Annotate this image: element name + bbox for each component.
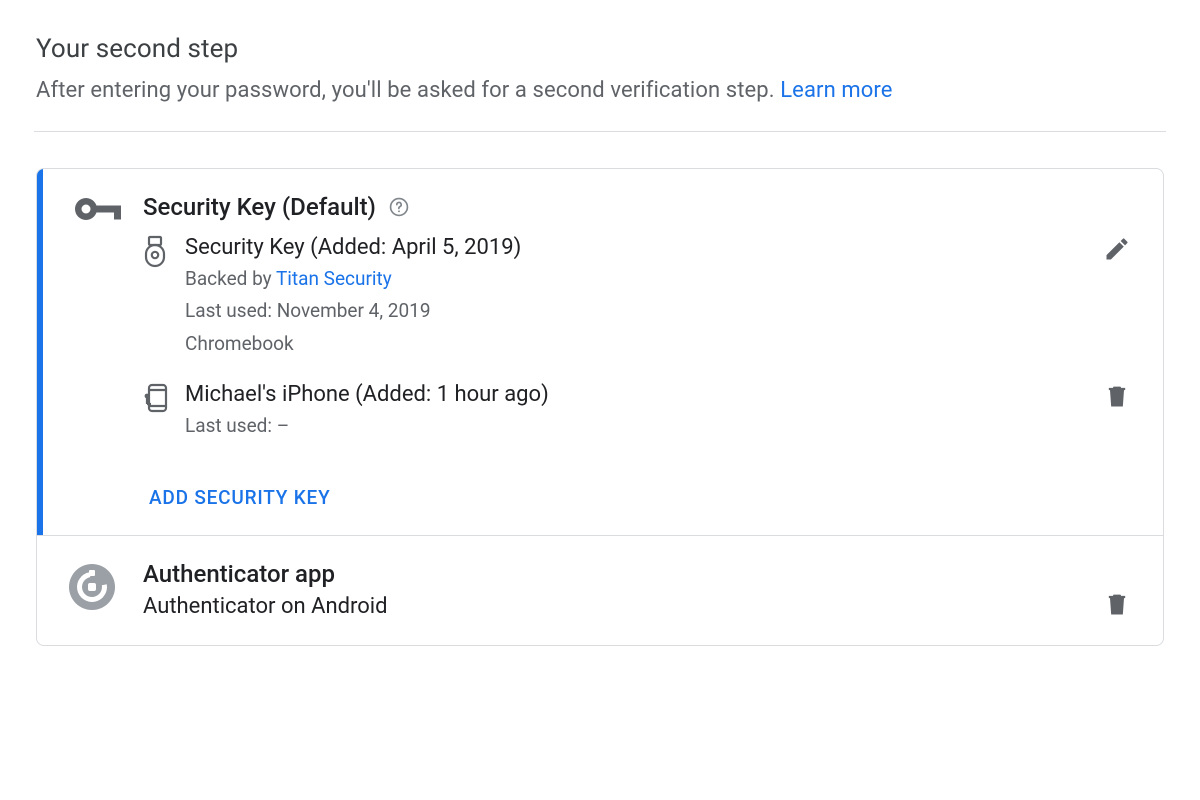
edit-icon[interactable] — [1103, 235, 1131, 263]
last-used-text: Last used: – — [185, 412, 1071, 441]
page-subtext: After entering your password, you'll be … — [36, 78, 1164, 103]
authenticator-icon — [69, 564, 115, 610]
second-step-card: Security Key (Default) — [36, 168, 1164, 646]
authenticator-section: Authenticator app Authenticator on Andro… — [37, 535, 1163, 645]
delete-icon[interactable] — [1103, 382, 1131, 410]
security-key-name: Michael's iPhone (Added: 1 hour ago) — [185, 380, 1071, 410]
backed-by-label: Backed by — [185, 267, 276, 290]
titan-security-link[interactable]: Titan Security — [276, 267, 392, 290]
learn-more-link[interactable]: Learn more — [780, 78, 892, 103]
last-used-text: Last used: November 4, 2019 — [185, 297, 1071, 326]
authenticator-device: Authenticator on Android — [143, 594, 1131, 619]
delete-icon[interactable] — [1103, 590, 1131, 618]
usb-key-icon — [143, 235, 185, 269]
security-key-title: Security Key (Default) — [143, 193, 376, 221]
key-icon — [73, 195, 143, 223]
device-text: Chromebook — [185, 330, 1071, 359]
security-key-name: Security Key (Added: April 5, 2019) — [185, 233, 1071, 263]
authenticator-title: Authenticator app — [143, 560, 335, 588]
security-key-item: Security Key (Added: April 5, 2019) Back… — [143, 233, 1131, 358]
add-security-key-button[interactable]: ADD SECURITY KEY — [149, 486, 330, 509]
page-subtext-text: After entering your password, you'll be … — [36, 78, 775, 103]
help-icon[interactable] — [388, 196, 410, 218]
security-key-section: Security Key (Default) — [37, 169, 1163, 535]
page-title: Your second step — [36, 34, 1164, 64]
phone-key-icon — [143, 382, 185, 414]
security-key-item: Michael's iPhone (Added: 1 hour ago) Las… — [143, 380, 1131, 440]
divider — [34, 131, 1166, 132]
